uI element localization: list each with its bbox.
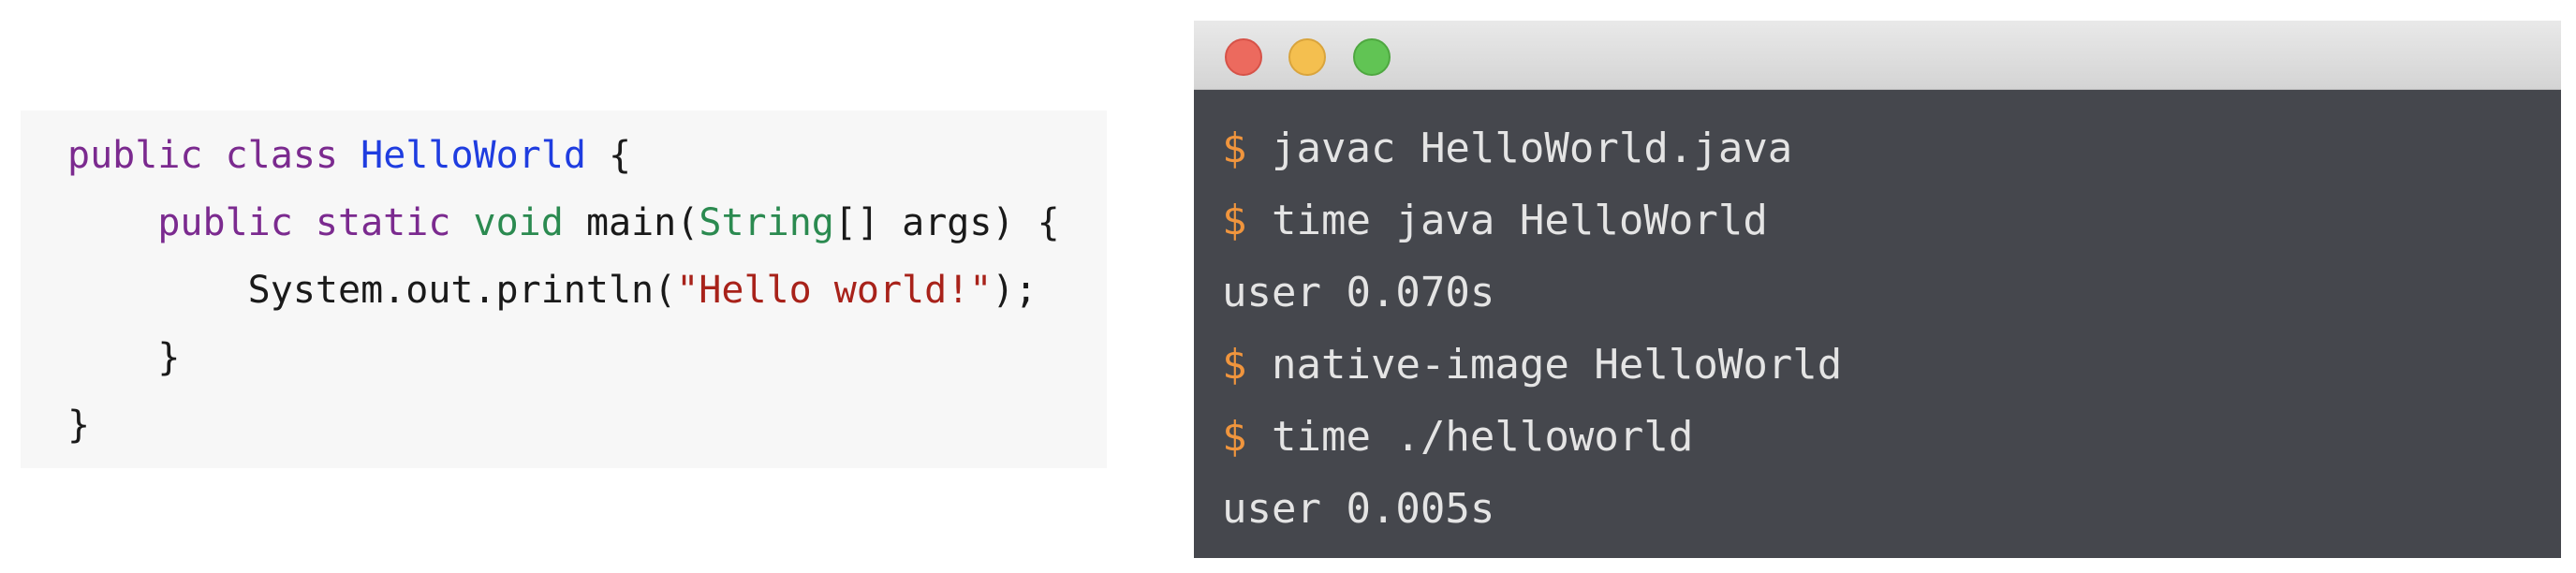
close-brace: } [67,404,91,447]
close-window-button[interactable] [1225,38,1262,76]
code-line-3: System.out.println("Hello world!"); [67,257,1038,324]
command-text: javac HelloWorld.java [1272,125,1793,172]
prompt-symbol: $ [1222,413,1247,461]
prompt-symbol: $ [1222,341,1247,389]
prompt-symbol: $ [1222,197,1247,244]
close-brace: } [157,336,181,379]
output-text: user 0.005s [1222,485,1495,533]
keyword-class: class [225,134,339,177]
command-text: time ./helloworld [1272,413,1694,461]
keyword-public: public [157,201,293,244]
minimize-window-button[interactable] [1288,38,1326,76]
keyword-static: static [315,201,451,244]
method-params: [] args) { [833,201,1060,244]
code-line-4: } [67,324,180,391]
code-snippet-panel: public class HelloWorld { public static … [21,110,1107,468]
terminal-line: $ time ./helloworld [1222,404,1693,470]
statement-end: ); [992,269,1038,312]
terminal-window: $ javac HelloWorld.java $ time java Hell… [1194,21,2561,558]
terminal-line: $ native-image HelloWorld [1222,332,1842,398]
code-line-5: } [67,391,90,459]
code-line-2: public static void main(String[] args) { [67,189,1060,257]
terminal-line: $ time java HelloWorld [1222,188,1768,254]
output-text: user 0.070s [1222,269,1495,316]
string-literal: "Hello world!" [676,269,993,312]
open-brace: { [609,134,632,177]
command-text: native-image HelloWorld [1272,341,1843,389]
keyword-public: public [67,134,203,177]
terminal-titlebar [1194,21,2561,90]
code-line-1: public class HelloWorld { [67,122,631,189]
class-name: HelloWorld [361,134,586,177]
prompt-symbol: $ [1222,125,1247,172]
command-text: time java HelloWorld [1272,197,1768,244]
println-call: System.out.println( [247,269,677,312]
terminal-line: user 0.070s [1222,260,1494,326]
maximize-window-button[interactable] [1353,38,1391,76]
param-type: String [699,201,834,244]
terminal-line: $ javac HelloWorld.java [1222,116,1792,182]
method-name: main( [585,201,699,244]
keyword-void: void [473,201,564,244]
terminal-line: user 0.005s [1222,477,1494,542]
